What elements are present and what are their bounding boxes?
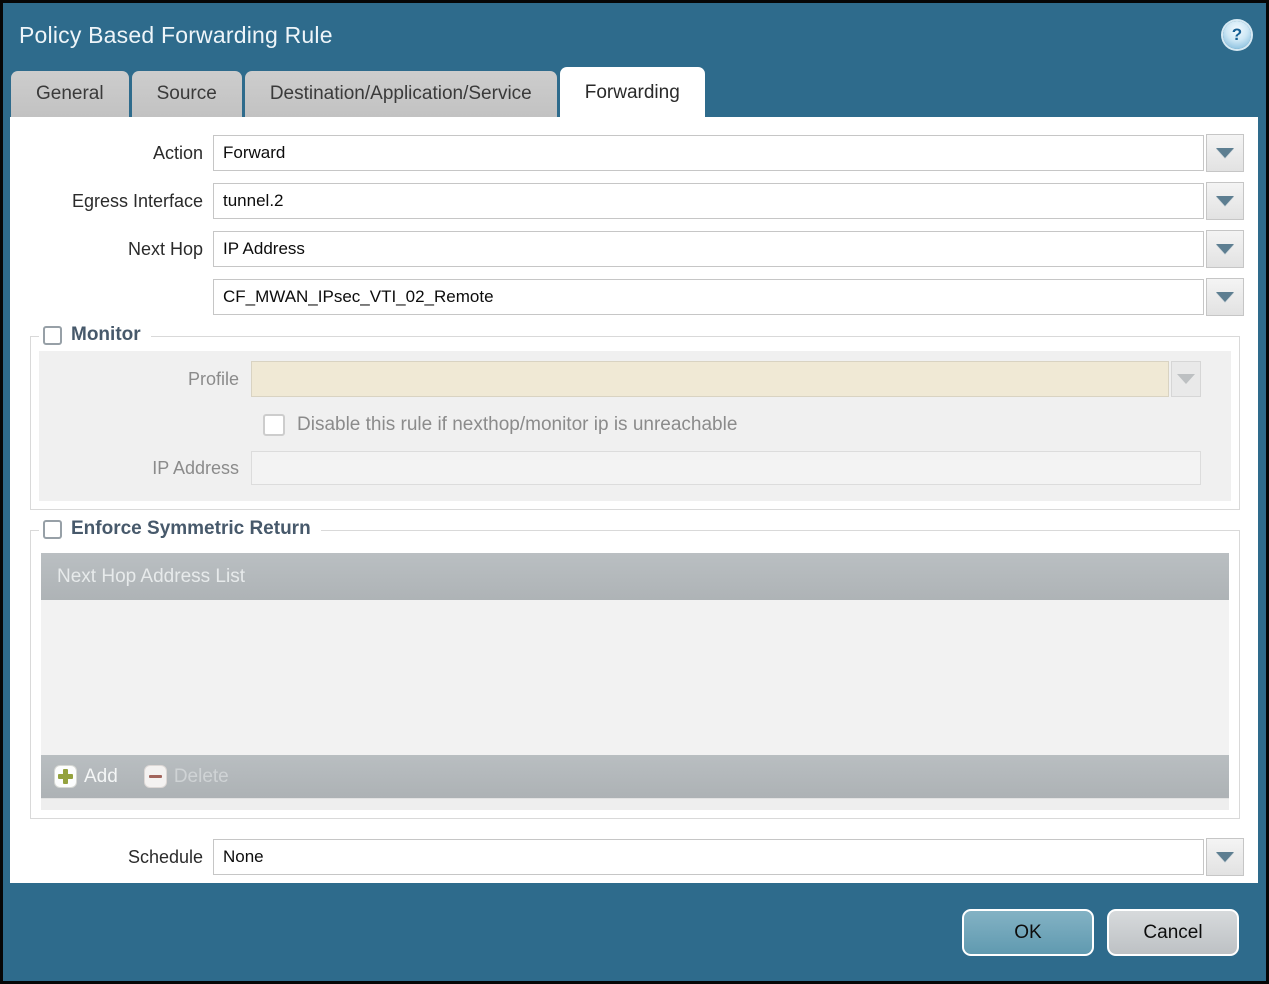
action-input[interactable] [213, 135, 1204, 171]
tab-forwarding[interactable]: Forwarding [559, 67, 705, 117]
tab-bar: General Source Destination/Application/S… [3, 67, 1266, 117]
help-icon[interactable]: ? [1223, 21, 1251, 49]
tab-destination-application-service[interactable]: Destination/Application/Service [244, 71, 557, 117]
next-hop-address-table: Next Hop Address List Add Delete [41, 553, 1229, 810]
disable-rule-row: Disable this rule if nexthop/monitor ip … [263, 414, 1231, 436]
monitor-ip-address-label: IP Address [152, 457, 239, 478]
dialog-footer: OK Cancel [3, 883, 1266, 981]
monitor-ip-address-input [251, 451, 1201, 485]
schedule-input[interactable] [213, 839, 1204, 875]
ok-button[interactable]: OK [962, 909, 1094, 956]
monitor-ip-address-row: IP Address [39, 451, 1201, 485]
table-header-label: Next Hop Address List [57, 565, 245, 587]
disable-rule-label: Disable this rule if nexthop/monitor ip … [297, 414, 738, 435]
next-hop-address-row [10, 278, 1244, 316]
chevron-down-icon [1216, 196, 1234, 206]
next-hop-address-input[interactable] [213, 279, 1204, 315]
profile-label: Profile [187, 368, 239, 389]
next-hop-type-input[interactable] [213, 231, 1204, 267]
schedule-dropdown-button[interactable] [1206, 838, 1244, 876]
table-header: Next Hop Address List [41, 553, 1229, 600]
next-hop-row: Next Hop [10, 230, 1244, 268]
profile-dropdown-button [1171, 361, 1201, 397]
chevron-down-icon [1216, 244, 1234, 254]
plus-icon [54, 765, 77, 788]
title-bar: Policy Based Forwarding Rule ? [3, 3, 1266, 67]
monitor-section: Monitor Profile Disable this rule if nex… [30, 324, 1240, 510]
egress-interface-label: Egress Interface [71, 190, 203, 211]
minus-icon [143, 765, 167, 788]
monitor-checkbox[interactable] [43, 325, 62, 345]
profile-input [251, 361, 1169, 397]
chevron-down-icon [1216, 292, 1234, 302]
egress-interface-input[interactable] [213, 183, 1204, 219]
monitor-legend-label: Monitor [71, 324, 141, 345]
monitor-panel: Profile Disable this rule if nexthop/mon… [39, 351, 1231, 501]
egress-interface-dropdown-button[interactable] [1206, 182, 1244, 220]
schedule-label: Schedule [127, 846, 203, 867]
forwarding-tab-panel: Action Egress Interface Next Hop Monitor [10, 117, 1258, 883]
dialog-title: Policy Based Forwarding Rule [19, 21, 333, 48]
action-label: Action [152, 142, 203, 163]
cancel-button[interactable]: Cancel [1107, 909, 1239, 956]
tab-source[interactable]: Source [131, 71, 242, 117]
disable-rule-checkbox [263, 414, 285, 436]
symmetric-return-legend: Enforce Symmetric Return [39, 518, 321, 540]
add-button[interactable]: Add [54, 765, 118, 788]
tab-general[interactable]: General [11, 71, 129, 117]
table-bottom-strip [41, 798, 1229, 810]
next-hop-label: Next Hop [127, 238, 203, 259]
delete-button: Delete [143, 765, 229, 788]
action-row: Action [10, 134, 1244, 172]
profile-row: Profile [39, 361, 1201, 397]
schedule-row: Schedule [10, 838, 1244, 876]
policy-based-forwarding-dialog: Policy Based Forwarding Rule ? General S… [0, 0, 1269, 984]
delete-button-label: Delete [173, 765, 229, 787]
next-hop-dropdown-button[interactable] [1206, 230, 1244, 268]
monitor-legend: Monitor [39, 324, 151, 346]
chevron-down-icon [1177, 374, 1195, 384]
symmetric-return-checkbox[interactable] [43, 519, 62, 539]
next-hop-address-dropdown-button[interactable] [1206, 278, 1244, 316]
action-dropdown-button[interactable] [1206, 134, 1244, 172]
add-button-label: Add [84, 765, 118, 787]
symmetric-return-section: Enforce Symmetric Return Next Hop Addres… [30, 518, 1240, 819]
symmetric-return-legend-label: Enforce Symmetric Return [71, 518, 311, 539]
egress-interface-row: Egress Interface [10, 182, 1244, 220]
table-body[interactable] [41, 600, 1229, 755]
table-toolbar: Add Delete [41, 755, 1229, 798]
chevron-down-icon [1216, 852, 1234, 862]
chevron-down-icon [1216, 148, 1234, 158]
